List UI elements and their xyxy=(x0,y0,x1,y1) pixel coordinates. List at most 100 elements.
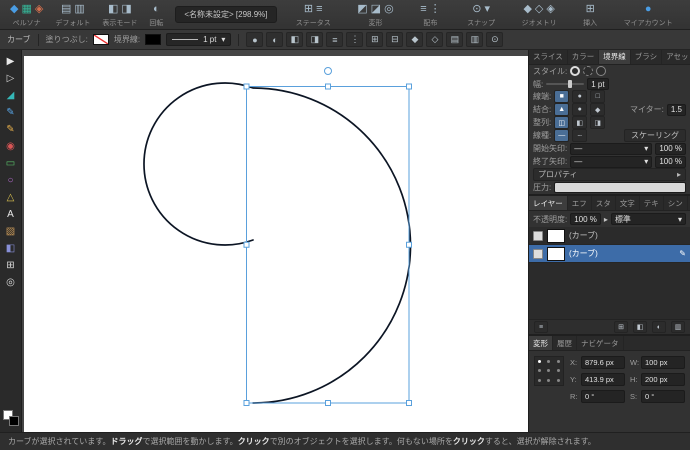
end-arrow-dropdown[interactable]: — ▾ xyxy=(570,155,653,168)
color-well[interactable] xyxy=(2,410,19,426)
edit-all-layers-icon[interactable]: ≡ xyxy=(534,321,548,333)
defaults-icon[interactable]: ▤ xyxy=(61,3,71,15)
join-miter-button[interactable]: ▲ xyxy=(554,103,570,117)
ellipse-tool[interactable]: ○ xyxy=(2,172,20,188)
stroke-swatch[interactable] xyxy=(145,34,162,45)
corner-tool[interactable]: ◢ xyxy=(2,87,20,103)
dash-solid-button[interactable]: — xyxy=(554,129,570,143)
selection-handle[interactable] xyxy=(325,83,331,90)
anchor-dot[interactable] xyxy=(538,378,542,382)
pencil-tool[interactable]: ✎ xyxy=(2,121,20,137)
order-back-icon[interactable]: ⋮ xyxy=(430,3,441,15)
crop-tool[interactable]: ⊞ xyxy=(2,257,20,273)
dash-dotted-button[interactable]: ┄ xyxy=(572,129,588,143)
layer-row[interactable]: (カーブ) xyxy=(529,227,690,245)
start-arrow-size-input[interactable]: 100 % xyxy=(655,142,686,155)
rotate-ccw-button[interactable]: ◐ xyxy=(266,32,284,47)
brush-tool[interactable]: ◉ xyxy=(2,138,20,154)
status-icon[interactable]: ⊞ xyxy=(304,3,313,15)
layers-tab[interactable]: エフ xyxy=(568,196,592,210)
document-title[interactable]: <名称未設定> [298.9%] xyxy=(175,6,277,23)
order-front-button[interactable]: ≡ xyxy=(326,32,344,47)
zoom-tool[interactable]: ◎ xyxy=(2,274,20,290)
export-persona-icon[interactable]: ◈ xyxy=(35,3,43,15)
transform-field-input[interactable]: 0 ° xyxy=(641,390,685,403)
slider-thumb[interactable] xyxy=(568,80,573,89)
transform-field-input[interactable]: 0 ° xyxy=(581,390,625,403)
transform-field-input[interactable]: 100 px xyxy=(641,356,685,369)
view-pixel-icon[interactable]: ◨ xyxy=(121,3,131,15)
text-tool[interactable]: A xyxy=(2,206,20,222)
anchor-dot[interactable] xyxy=(538,360,542,364)
selection-handle[interactable] xyxy=(325,400,331,406)
add-mask-icon[interactable]: ◧ xyxy=(633,321,647,333)
curve-object[interactable] xyxy=(143,82,412,404)
anchor-dot[interactable] xyxy=(556,369,560,373)
geometry-subtract-icon[interactable]: ◇ xyxy=(535,3,543,15)
stroke-tab[interactable]: カラー xyxy=(568,50,600,64)
anchor-dot[interactable] xyxy=(547,360,551,364)
canvas-area[interactable] xyxy=(22,50,528,432)
cap-butt-button[interactable]: ■ xyxy=(554,90,570,104)
anchor-dot[interactable] xyxy=(556,378,560,382)
rotate-cw-button[interactable]: ● xyxy=(246,32,264,47)
layers-tab[interactable]: 文字 xyxy=(616,196,640,210)
anchor-dot[interactable] xyxy=(547,378,551,382)
view-vector-icon[interactable]: ◧ xyxy=(108,3,118,15)
account-icon[interactable]: ● xyxy=(645,3,652,15)
delete-layer-icon[interactable]: ▥ xyxy=(671,321,685,333)
selection-handle[interactable] xyxy=(243,241,250,248)
selection-handle[interactable] xyxy=(406,83,412,90)
align-outside-button[interactable]: ◨ xyxy=(590,116,606,130)
layers-tab[interactable]: シン xyxy=(664,196,688,210)
anchor-dot[interactable] xyxy=(556,360,560,364)
stroke-width-input[interactable]: 1 pt xyxy=(587,78,609,91)
stroke-tab[interactable]: ブラシ xyxy=(631,50,663,64)
selection-handle[interactable] xyxy=(243,83,250,90)
add-layer-icon[interactable]: ⊞ xyxy=(614,321,628,333)
transform-tab[interactable]: 履歴 xyxy=(553,336,577,350)
layer-visibility-checkbox[interactable] xyxy=(533,230,543,241)
flip-h-button[interactable]: ◧ xyxy=(286,32,304,47)
stroke-style-brush-button[interactable] xyxy=(596,66,607,77)
arrow-scale-button[interactable]: スケーリング xyxy=(624,129,686,143)
cap-square-button[interactable]: □ xyxy=(590,90,606,104)
layer-row[interactable]: (カーブ) ✎ xyxy=(529,245,690,263)
rectangle-tool[interactable]: ▭ xyxy=(2,155,20,171)
join-bevel-button[interactable]: ◆ xyxy=(590,103,606,117)
order-back-button[interactable]: ⋮ xyxy=(346,32,364,47)
layer-visibility-checkbox[interactable] xyxy=(533,248,543,259)
layers-tab[interactable]: レイヤー xyxy=(529,196,568,210)
geometry-subtract-button[interactable]: ◇ xyxy=(426,32,444,47)
rotation-handle[interactable] xyxy=(324,67,332,75)
layers-tab[interactable]: テキ xyxy=(640,196,664,210)
node-tool[interactable]: ▷ xyxy=(2,70,20,86)
order-front-icon[interactable]: ≡ xyxy=(420,3,426,15)
stroke-color-well[interactable] xyxy=(8,416,19,426)
end-arrow-size-input[interactable]: 100 % xyxy=(655,155,686,168)
transform-field-input[interactable]: 200 px xyxy=(641,373,685,386)
stroke-tab[interactable]: 境界線 xyxy=(599,50,631,64)
insert-icon[interactable]: ⊞ xyxy=(586,3,595,15)
align-center-button[interactable]: ◫ xyxy=(554,116,570,130)
start-arrow-dropdown[interactable]: — ▾ xyxy=(570,142,653,155)
layers-tab[interactable]: スタ xyxy=(592,196,616,210)
status-list-icon[interactable]: ≡ xyxy=(316,3,322,15)
snap-toggle-button[interactable]: ⊙ xyxy=(486,32,504,47)
group-button[interactable]: ⊞ xyxy=(366,32,384,47)
align-inside-button[interactable]: ◧ xyxy=(572,116,588,130)
ungroup-button[interactable]: ⊟ xyxy=(386,32,404,47)
stroke-width-slider[interactable] xyxy=(546,80,585,89)
anchor-dot[interactable] xyxy=(538,369,542,373)
rotate-object-icon[interactable]: ◎ xyxy=(384,3,394,15)
rotate-view-icon[interactable]: ◐ xyxy=(153,3,160,15)
join-round-button[interactable]: ● xyxy=(572,103,588,117)
miter-input[interactable]: 1.5 xyxy=(666,103,686,116)
geometry-add-button[interactable]: ◆ xyxy=(406,32,424,47)
stroke-style-dashed-button[interactable] xyxy=(583,66,594,77)
transparency-tool[interactable]: ◧ xyxy=(2,240,20,256)
blend-mode-dropdown[interactable]: 標準 ▾ xyxy=(610,213,686,225)
designer-persona-icon[interactable]: ◆ xyxy=(10,3,18,15)
transform-field-input[interactable]: 879.6 px xyxy=(581,356,625,369)
shape-tool[interactable]: △ xyxy=(2,189,20,205)
